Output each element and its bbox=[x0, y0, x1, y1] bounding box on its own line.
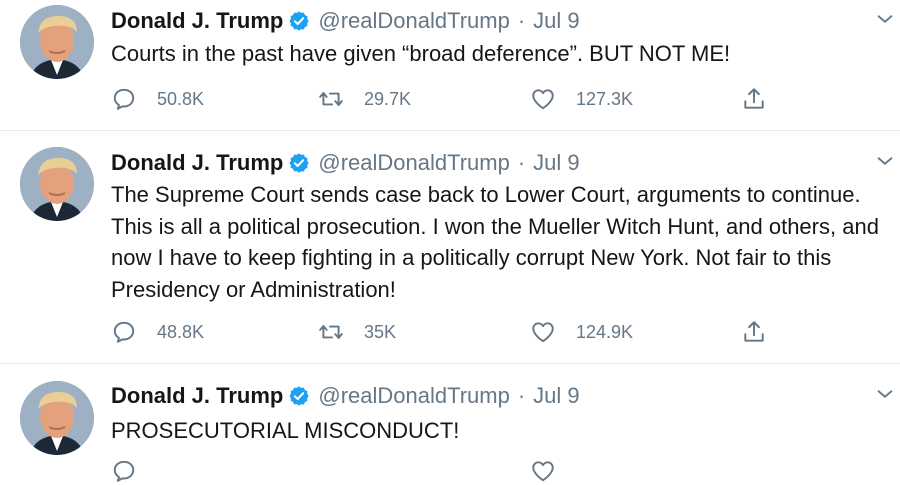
profile-photo bbox=[20, 147, 94, 221]
reply-count: 48.8K bbox=[157, 321, 205, 342]
verified-badge-icon bbox=[289, 386, 310, 406]
retweet-icon bbox=[319, 325, 343, 339]
reply-button[interactable]: 50.8K bbox=[111, 85, 204, 113]
tweet-2[interactable]: Donald J. Trump @realDonaldTrump · Jul 9… bbox=[0, 131, 900, 363]
tweet-1[interactable]: Donald J. Trump @realDonaldTrump · Jul 9… bbox=[0, 0, 900, 130]
separator-dot: · bbox=[517, 383, 526, 408]
reply-button[interactable] bbox=[111, 457, 137, 485]
retweet-count: 29.7K bbox=[364, 88, 412, 109]
reply-count: 50.8K bbox=[157, 88, 205, 109]
verified-badge-icon bbox=[289, 153, 310, 173]
share-button[interactable] bbox=[741, 318, 767, 346]
reply-icon bbox=[113, 460, 135, 482]
tweet-text: The Supreme Court sends case back to Low… bbox=[111, 182, 879, 302]
avatar[interactable] bbox=[20, 5, 94, 79]
share-icon bbox=[744, 321, 764, 342]
reply-button[interactable]: 48.8K bbox=[111, 318, 204, 346]
heart-icon bbox=[532, 322, 554, 343]
retweet-icon bbox=[319, 92, 343, 106]
like-count: 127.3K bbox=[576, 88, 634, 109]
profile-photo bbox=[20, 381, 94, 455]
heart-icon bbox=[532, 89, 554, 110]
chevron-down-icon[interactable] bbox=[874, 383, 896, 405]
retweet-button[interactable]: 35K bbox=[318, 318, 396, 346]
chevron-down-icon[interactable] bbox=[874, 150, 896, 172]
heart-icon bbox=[532, 461, 554, 482]
reply-icon bbox=[113, 321, 135, 343]
tweet-header: Donald J. Trump @realDonaldTrump · Jul 9 bbox=[111, 6, 580, 36]
retweet-button[interactable]: 29.7K bbox=[318, 85, 411, 113]
tweet-3[interactable]: Donald J. Trump @realDonaldTrump · Jul 9… bbox=[0, 364, 900, 482]
separator-dot: · bbox=[517, 8, 526, 33]
share-button[interactable] bbox=[741, 85, 767, 113]
like-button[interactable]: 127.3K bbox=[530, 85, 633, 113]
avatar[interactable] bbox=[20, 147, 94, 221]
tweet-date[interactable]: Jul 9 bbox=[533, 8, 579, 34]
display-name[interactable]: Donald J. Trump bbox=[111, 150, 283, 176]
chevron-down-icon[interactable] bbox=[874, 8, 896, 30]
handle[interactable]: @realDonaldTrump bbox=[318, 150, 509, 176]
like-button[interactable] bbox=[530, 457, 556, 485]
like-count: 124.9K bbox=[576, 321, 634, 342]
handle[interactable]: @realDonaldTrump bbox=[318, 8, 509, 34]
display-name[interactable]: Donald J. Trump bbox=[111, 383, 283, 409]
share-icon bbox=[744, 88, 764, 109]
verified-badge-icon bbox=[289, 11, 310, 31]
like-button[interactable]: 124.9K bbox=[530, 318, 633, 346]
reply-icon bbox=[113, 88, 135, 110]
retweet-count: 35K bbox=[364, 321, 397, 342]
tweet-text: Courts in the past have given “broad def… bbox=[111, 41, 731, 66]
profile-photo bbox=[20, 5, 94, 79]
tweet-text: PROSECUTORIAL MISCONDUCT! bbox=[111, 418, 460, 443]
tweet-header: Donald J. Trump @realDonaldTrump · Jul 9 bbox=[111, 381, 580, 411]
handle[interactable]: @realDonaldTrump bbox=[318, 383, 509, 409]
tweet-header: Donald J. Trump @realDonaldTrump · Jul 9 bbox=[111, 148, 580, 178]
tweet-date[interactable]: Jul 9 bbox=[533, 383, 579, 409]
avatar[interactable] bbox=[20, 381, 94, 455]
separator-dot: · bbox=[517, 150, 526, 175]
display-name[interactable]: Donald J. Trump bbox=[111, 8, 283, 34]
tweet-date[interactable]: Jul 9 bbox=[533, 150, 579, 176]
